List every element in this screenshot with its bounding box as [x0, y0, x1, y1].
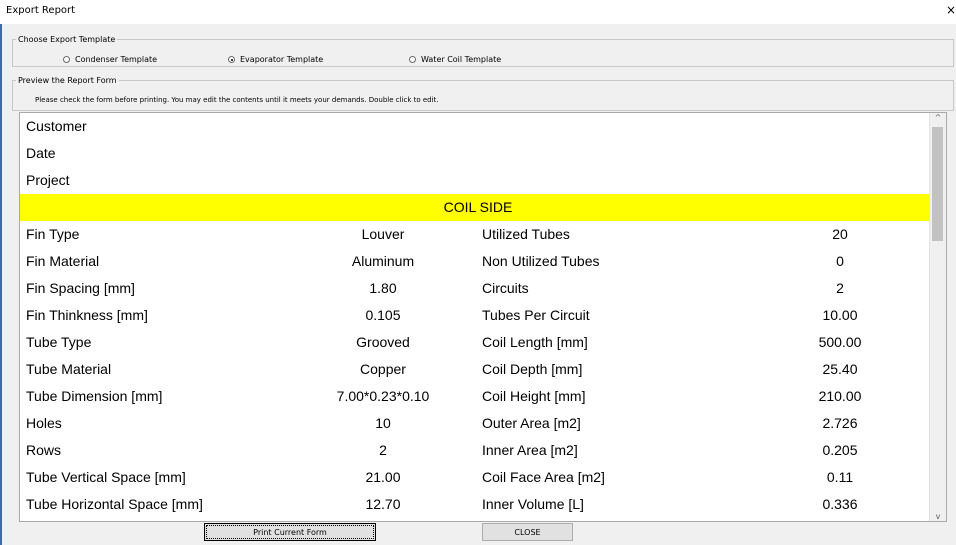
cell-left-label: Tube Material	[26, 361, 112, 377]
cell-left-value: 0.105	[365, 307, 401, 323]
cell-right-label: Circuits	[482, 280, 529, 296]
window-title: Export Report	[6, 5, 76, 16]
preview-group-legend: Preview the Report Form	[18, 76, 117, 85]
cell-right-value: 0	[836, 253, 844, 269]
radio-evaporator-template[interactable]: Evaporator Template	[228, 55, 323, 64]
print-current-form-button[interactable]: Print Current Form	[204, 523, 376, 541]
radio-evaporator-dot[interactable]	[228, 56, 235, 63]
table-row[interactable]: Rows 2 Inner Area [m2] 0.205	[20, 437, 936, 464]
close-button[interactable]: CLOSE	[482, 523, 573, 541]
table-row[interactable]: Tube Material Copper Coil Depth [mm] 25.40	[20, 356, 936, 383]
radio-evaporator-label: Evaporator Template	[240, 55, 324, 64]
window-edge	[0, 24, 2, 545]
cell-right-value: 2.726	[822, 415, 858, 431]
header-row[interactable]: Date	[20, 140, 936, 167]
cell-left-value: 21.00	[365, 469, 401, 485]
cell-right-value: 10.00	[822, 307, 858, 323]
cell-left-value: 2	[379, 442, 387, 458]
cell-left-value: Copper	[360, 361, 406, 377]
cell-right-label: Non Utilized Tubes	[482, 253, 600, 269]
vertical-scrollbar[interactable]: ^ v	[929, 113, 946, 521]
cell-left-value: 12.70	[365, 496, 401, 512]
cell-right-label: Coil Height [mm]	[482, 388, 586, 404]
cell-left-value: Grooved	[356, 334, 410, 350]
preview-instruction: Please check the form before printing. Y…	[35, 96, 439, 104]
header-row[interactable]: Project	[20, 167, 936, 194]
cell-right-value: 210.00	[818, 388, 862, 404]
cell-left-label: Tube Horizontal Space [mm]	[26, 496, 203, 512]
table-row[interactable]: Tube Dimension [mm] 7.00*0.23*0.10 Coil He…	[20, 383, 936, 410]
cell-left-label: Fin Thinkness [mm]	[26, 307, 148, 323]
template-group-legend: Choose Export Template	[18, 35, 116, 44]
cell-right-label: Inner Volume [L]	[482, 496, 584, 512]
table-row[interactable]: Fin Material Aluminum Non Utilized Tubes 0	[20, 248, 936, 275]
radio-condenser-template[interactable]: Condenser Template	[63, 55, 157, 64]
cell-right-value: 25.40	[822, 361, 858, 377]
cell-right-value: 0.336	[822, 496, 858, 512]
header-label: Customer	[26, 118, 87, 134]
cell-left-label: Fin Type	[26, 226, 80, 242]
scroll-up-icon[interactable]: ^	[930, 113, 946, 122]
table-row[interactable]: Tube Type Grooved Coil Length [mm] 500.00	[20, 329, 936, 356]
cell-left-value: 10	[375, 415, 391, 431]
section-row: COIL SIDE	[20, 194, 936, 221]
table-row[interactable]: Tube Horizontal Space [mm] 12.70 Inner Vol…	[20, 491, 936, 518]
cell-right-value: 0.11	[826, 469, 854, 485]
cell-right-label: Coil Length [mm]	[482, 334, 588, 350]
cell-right-label: Utilized Tubes	[482, 226, 570, 242]
cell-right-label: Tubes Per Circuit	[482, 307, 590, 323]
cell-right-label: Coil Face Area [m2]	[482, 469, 605, 485]
title-bar: Export Report ×	[0, 0, 956, 24]
cell-right-label: Outer Area [m2]	[482, 415, 581, 431]
cell-left-label: Tube Type	[26, 334, 92, 350]
table-row[interactable]: Holes 10 Outer Area [m2] 2.726	[20, 410, 936, 437]
cell-left-value: 7.00*0.23*0.10	[336, 388, 430, 404]
cell-left-label: Fin Material	[26, 253, 100, 269]
table-row[interactable]: Fin Spacing [mm] 1.80 Circuits 2	[20, 275, 936, 302]
cell-left-label: Fin Spacing [mm]	[26, 280, 135, 296]
cell-left-label: Rows	[26, 442, 62, 458]
close-window-icon[interactable]: ×	[946, 3, 956, 17]
header-label: Project	[26, 172, 70, 188]
report-preview-grid[interactable]: Customer Date Project COIL SIDE Fin Type Louv…	[19, 112, 947, 522]
table-row[interactable]: Fin Thinkness [mm] 0.105 Tubes Per Circuit…	[20, 302, 936, 329]
scroll-down-icon[interactable]: v	[930, 512, 946, 521]
cell-left-value: 1.80	[369, 280, 397, 296]
cell-left-label: Holes	[26, 415, 62, 431]
radio-water-coil-dot[interactable]	[409, 56, 416, 63]
table-row[interactable]: Tube Vertical Space [mm] 21.00 Coil Face A…	[20, 464, 936, 491]
cell-left-label: Tube Dimension [mm]	[26, 388, 163, 404]
header-label: Date	[26, 145, 56, 161]
table-row[interactable]: Fin Type Louver Utilized Tubes 20	[20, 221, 936, 248]
cell-right-label: Coil Depth [mm]	[482, 361, 583, 377]
radio-water-coil-label: Water Coil Template	[421, 55, 502, 64]
header-row[interactable]: Customer	[20, 113, 936, 140]
cell-left-value: Aluminum	[351, 253, 415, 269]
cell-right-value: 20	[832, 226, 848, 242]
radio-condenser-dot[interactable]	[63, 56, 70, 63]
cell-right-label: Inner Area [m2]	[482, 442, 578, 458]
radio-water-coil-template[interactable]: Water Coil Template	[409, 55, 501, 64]
cell-right-value: 0.205	[822, 442, 858, 458]
scrollbar-thumb[interactable]	[932, 127, 943, 241]
cell-left-value: Louver	[361, 226, 405, 242]
cell-right-value: 2	[836, 280, 844, 296]
cell-left-label: Tube Vertical Space [mm]	[26, 469, 186, 485]
cell-right-value: 500.00	[818, 334, 862, 350]
radio-condenser-label: Condenser Template	[75, 55, 158, 64]
section-title: COIL SIDE	[443, 199, 513, 215]
preview-group: Preview the Report Form	[12, 76, 954, 111]
